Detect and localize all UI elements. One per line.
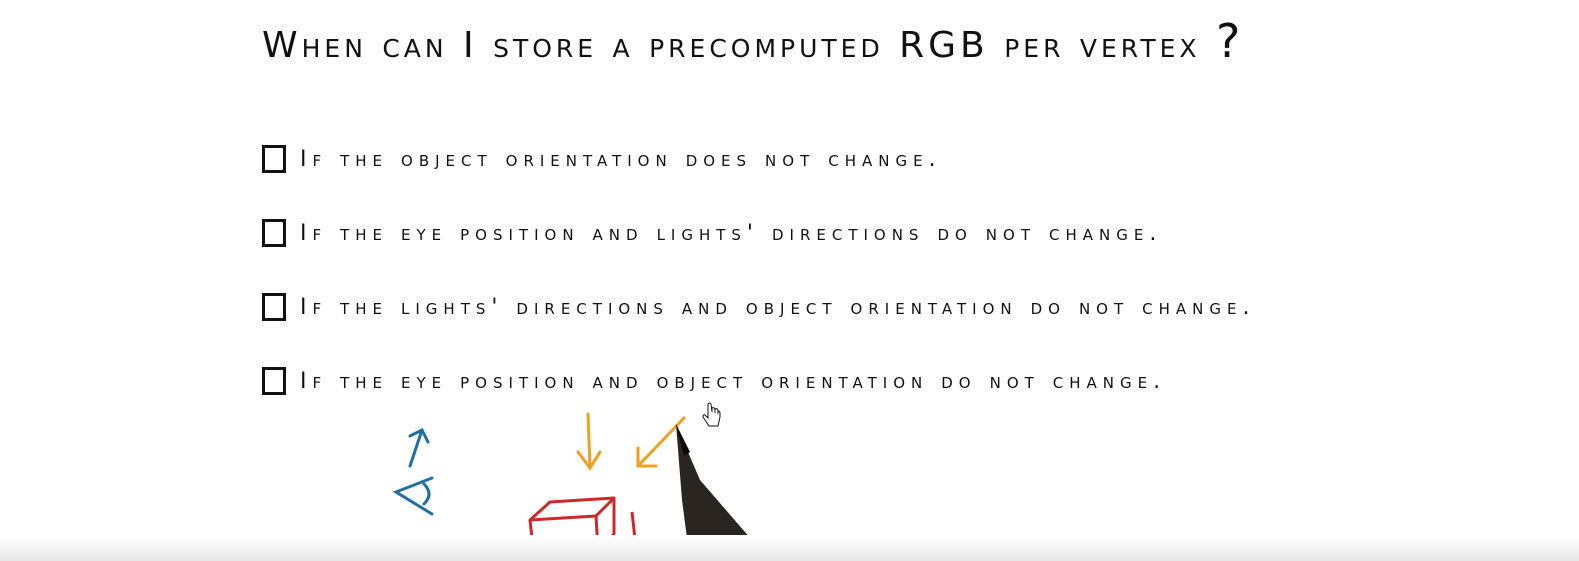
option-2[interactable]: If the eye position and lights' directio… [262,210,1362,256]
option-2-checkbox[interactable] [262,219,286,247]
option-2-label: If the eye position and lights' directio… [300,220,1163,246]
sketch-illustration [392,412,770,561]
question-title: When can I store a precomputed RGB per v… [262,14,1262,68]
option-3-label: If the lights' directions and object ori… [300,294,1256,320]
question-title-text: When can I store a precomputed RGB per v… [262,25,1201,66]
option-4-checkbox[interactable] [262,367,286,395]
video-footer-bar [0,535,1579,561]
question-mark: ? [1215,14,1245,68]
option-4[interactable]: If the eye position and object orientati… [262,358,1362,404]
option-1[interactable]: If the object orientation does not chang… [262,136,1362,182]
option-3-checkbox[interactable] [262,293,286,321]
option-3[interactable]: If the lights' directions and object ori… [262,284,1362,330]
option-4-label: If the eye position and object orientati… [300,368,1167,394]
option-1-checkbox[interactable] [262,145,286,173]
hand-cursor-icon [702,402,721,427]
eye-sketch-icon [392,427,434,516]
option-1-label: If the object orientation does not chang… [300,146,942,172]
light-arrow-icon [576,412,686,471]
